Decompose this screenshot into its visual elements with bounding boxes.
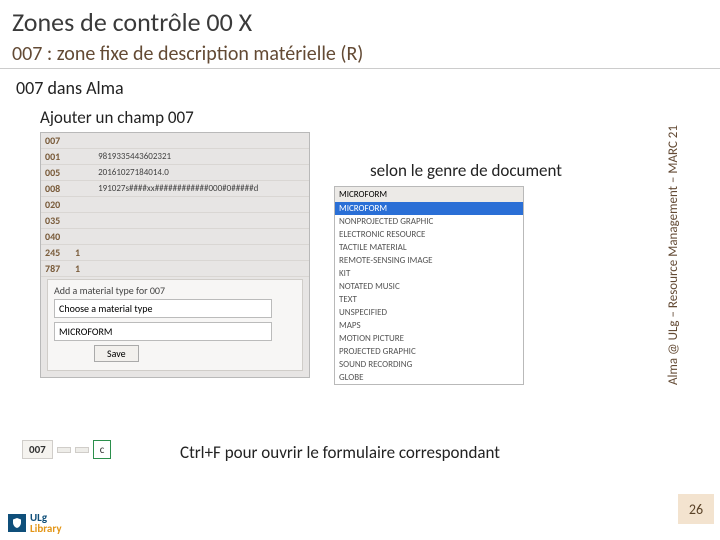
table-row: 020 [41, 197, 309, 213]
field-007-ind [57, 447, 71, 453]
dropdown-item[interactable]: TEXT [335, 293, 523, 306]
table-row: 035 [41, 213, 309, 229]
material-type-value[interactable]: MICROFORM [54, 322, 272, 341]
table-row: 008191027s####xx############000#0#####d [41, 181, 309, 197]
dropdown-item[interactable]: NOTATED MUSIC [335, 280, 523, 293]
table-row: 0019819335443602321 [41, 149, 309, 165]
shield-icon [8, 514, 26, 532]
dropdown-item[interactable]: NONPROJECTED GRAPHIC [335, 215, 523, 228]
dropdown-item[interactable]: MOTION PICTURE [335, 332, 523, 345]
dropdown-item[interactable]: MICROFORM [335, 202, 523, 215]
field-007-ind [75, 447, 89, 453]
logo-line2: Library [30, 523, 62, 534]
caption-genre: selon le genre de document [370, 160, 562, 181]
dropdown-item[interactable]: SOUND RECORDING [335, 358, 523, 371]
shortcut-instruction: Ctrl+F pour ouvrir le formulaire corresp… [180, 442, 500, 463]
save-button[interactable]: Save [94, 345, 139, 362]
field-007-tag: 007 [22, 440, 53, 459]
table-row: 007 [41, 133, 309, 149]
table-row: 00520161027184014.0 [41, 165, 309, 181]
logo-area: ULg Library [8, 512, 62, 534]
dropdown-item[interactable]: GLOBE [335, 371, 523, 384]
dropdown-head[interactable]: MICROFORM [335, 187, 523, 202]
panel-label: Add a material type for 007 [54, 284, 296, 299]
dropdown-item[interactable]: TACTILE MATERIAL [335, 241, 523, 254]
section-heading: 007 dans Alma [0, 71, 720, 103]
field-007-row: 007 c [22, 440, 111, 459]
page-title: Zones de contrôle 00 X [0, 0, 720, 40]
page-subtitle: 007 : zone fixe de description matériell… [0, 40, 720, 68]
marc-editor-screenshot: 007 0019819335443602321 0052016102718401… [40, 132, 310, 378]
page-number: 26 [678, 494, 714, 524]
divider [0, 68, 720, 69]
sidebar-vertical-label: Alma @ ULg – Resource Management – MARC … [666, 95, 686, 415]
marc-field-table: 007 0019819335443602321 0052016102718401… [41, 133, 309, 277]
table-row: 040 [41, 229, 309, 245]
add-material-panel: Add a material type for 007 Choose a mat… [47, 279, 303, 371]
dropdown-item[interactable]: KIT [335, 267, 523, 280]
dropdown-item[interactable]: MAPS [335, 319, 523, 332]
table-row: 2451 [41, 245, 309, 261]
dropdown-item[interactable]: UNSPECIFIED [335, 306, 523, 319]
dropdown-item[interactable]: ELECTRONIC RESOURCE [335, 228, 523, 241]
dropdown-item[interactable]: REMOTE-SENSING IMAGE [335, 254, 523, 267]
sub-heading: Ajouter un champ 007 [0, 103, 720, 132]
material-type-select[interactable]: Choose a material type [54, 299, 272, 318]
table-row: 7871 [41, 261, 309, 277]
dropdown-item[interactable]: PROJECTED GRAPHIC [335, 345, 523, 358]
material-type-dropdown: MICROFORM MICROFORM NONPROJECTED GRAPHIC… [334, 186, 524, 385]
field-007-value[interactable]: c [93, 440, 112, 459]
